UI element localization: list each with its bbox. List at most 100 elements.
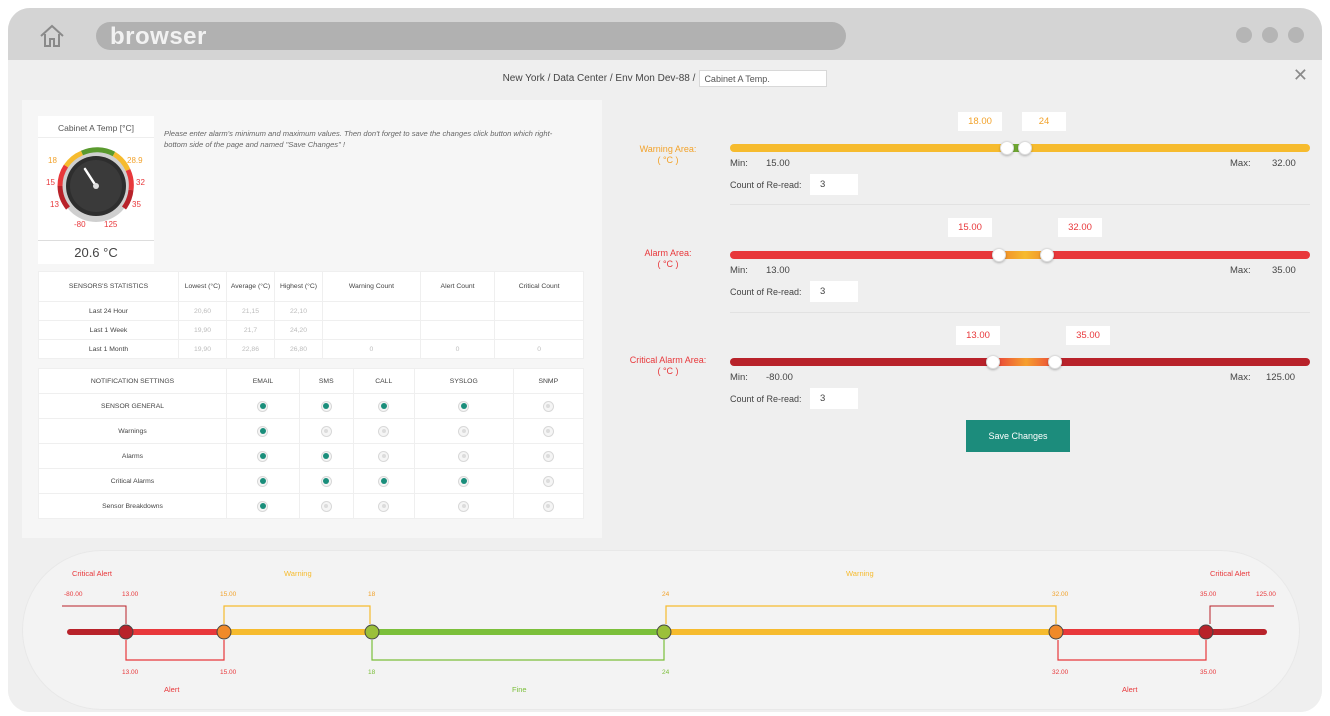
stats-header: Lowest (°C) <box>178 271 227 302</box>
close-icon[interactable]: ✕ <box>1293 66 1308 84</box>
warning-min-label: Min: <box>730 158 748 169</box>
sms-toggle[interactable] <box>320 500 332 512</box>
stats-row-label: Last 1 Month <box>38 339 179 359</box>
alarm-slider[interactable] <box>730 248 1310 262</box>
warning-area-title: Warning Area: <box>639 144 697 154</box>
current-temperature: 20.6 °C <box>38 240 154 264</box>
bracket-warning-high <box>665 605 1057 624</box>
window-dot-icon[interactable] <box>1236 27 1252 43</box>
stats-cell: 20,60 <box>178 301 227 321</box>
browser-window: browser New York / Data Center / Env Mon… <box>8 8 1322 712</box>
tick-label: 35.00 <box>1200 591 1217 598</box>
notif-row-label: Sensor Breakdowns <box>38 493 227 519</box>
alarm-reread-input[interactable]: 3 <box>810 281 858 302</box>
syslog-toggle[interactable] <box>458 425 470 437</box>
snmp-toggle[interactable] <box>542 425 554 437</box>
sms-toggle[interactable] <box>320 450 332 462</box>
call-toggle[interactable] <box>378 425 390 437</box>
notif-header: SYSLOG <box>413 368 514 394</box>
sensor-name-input[interactable] <box>699 70 828 87</box>
call-toggle[interactable] <box>378 450 390 462</box>
warning-area-label: Warning Area: ( °C ) <box>618 144 718 166</box>
critical-low-handle[interactable] <box>986 355 1000 369</box>
syslog-toggle[interactable] <box>458 475 470 487</box>
email-toggle[interactable] <box>257 450 269 462</box>
sms-toggle[interactable] <box>320 400 332 412</box>
bracket-critical-high <box>1209 605 1274 624</box>
table-row: SENSOR GENERAL <box>38 393 585 419</box>
window-dot-icon[interactable] <box>1262 27 1278 43</box>
snmp-toggle[interactable] <box>542 500 554 512</box>
alarm-area-title: Alarm Area: <box>644 248 692 258</box>
window-dot-icon[interactable] <box>1288 27 1304 43</box>
alarm-max-value: 35.00 <box>1272 265 1296 276</box>
critical-low-input[interactable]: 13.00 <box>956 326 1000 345</box>
gauge-label-warning-low: 18 <box>48 156 57 165</box>
email-toggle[interactable] <box>257 400 269 412</box>
breadcrumb-path[interactable]: New York / Data Center / Env Mon Dev-88 … <box>503 73 696 84</box>
alarm-settings-panel: Warning Area: ( °C ) 18.00 24 Min: 15.00… <box>618 100 1318 460</box>
warning-high-handle[interactable] <box>1018 141 1032 155</box>
browser-toolbar: browser <box>8 8 1322 60</box>
critical-high-handle[interactable] <box>1048 355 1062 369</box>
scale-label-alert-right: Alert <box>1122 685 1138 694</box>
notif-header: SNMP <box>512 368 585 394</box>
notif-row-label: SENSOR GENERAL <box>38 393 227 419</box>
alarm-low-input[interactable]: 15.00 <box>948 218 992 237</box>
table-row: Alarms <box>38 443 585 469</box>
sms-toggle[interactable] <box>320 475 332 487</box>
critical-reread-input[interactable]: 3 <box>810 388 858 409</box>
notif-cell <box>298 393 354 419</box>
home-icon[interactable] <box>38 23 66 49</box>
syslog-toggle[interactable] <box>458 400 470 412</box>
warning-low-handle[interactable] <box>1000 141 1014 155</box>
address-bar[interactable]: browser <box>96 22 846 50</box>
save-changes-button[interactable]: Save Changes <box>966 420 1070 452</box>
warning-reread-input[interactable]: 3 <box>810 174 858 195</box>
email-toggle[interactable] <box>257 475 269 487</box>
warning-low-input[interactable]: 18.00 <box>958 112 1002 131</box>
call-toggle[interactable] <box>378 475 390 487</box>
warning-slider[interactable] <box>730 141 1310 155</box>
email-toggle[interactable] <box>257 425 269 437</box>
critical-slider[interactable] <box>730 355 1310 369</box>
table-row: Last 24 Hour 20,60 21,15 22,10 <box>38 301 584 321</box>
syslog-toggle[interactable] <box>458 500 470 512</box>
bracket-warning-low <box>223 605 371 624</box>
gauge-title: Cabinet A Temp [°C] <box>38 116 154 138</box>
stats-cell: 0 <box>322 339 421 359</box>
bracket-fine <box>371 640 665 661</box>
snmp-toggle[interactable] <box>542 400 554 412</box>
syslog-toggle[interactable] <box>458 450 470 462</box>
stats-cell: 24,20 <box>274 320 323 340</box>
stats-header: Warning Count <box>322 271 421 302</box>
stats-cell: 26,80 <box>274 339 323 359</box>
call-toggle[interactable] <box>378 400 390 412</box>
tick-label: 13.00 <box>122 591 139 598</box>
snmp-toggle[interactable] <box>542 450 554 462</box>
breadcrumb: New York / Data Center / Env Mon Dev-88 … <box>8 70 1322 87</box>
critical-high-input[interactable]: 35.00 <box>1066 326 1110 345</box>
tick-label: 18 <box>368 669 376 676</box>
alarm-low-handle[interactable] <box>992 248 1006 262</box>
notif-header: NOTIFICATION SETTINGS <box>38 368 227 394</box>
threshold-scale-panel: Critical Alert Warning Warning Critical … <box>22 550 1300 710</box>
notif-cell <box>352 443 415 469</box>
sms-toggle[interactable] <box>320 425 332 437</box>
snmp-toggle[interactable] <box>542 475 554 487</box>
warning-high-input[interactable]: 24 <box>1022 112 1066 131</box>
notif-cell <box>298 468 354 494</box>
alarm-high-input[interactable]: 32.00 <box>1058 218 1102 237</box>
notif-cell <box>226 443 300 469</box>
scale-marker <box>656 624 672 640</box>
alarm-high-handle[interactable] <box>1040 248 1054 262</box>
email-toggle[interactable] <box>257 500 269 512</box>
notif-cell <box>512 418 585 444</box>
notif-cell <box>352 493 415 519</box>
critical-max-label: Max: <box>1230 372 1251 383</box>
notif-cell <box>512 493 585 519</box>
call-toggle[interactable] <box>378 500 390 512</box>
table-row: Critical Alarms <box>38 468 585 494</box>
tick-label: 15.00 <box>220 669 237 676</box>
notif-cell <box>512 443 585 469</box>
